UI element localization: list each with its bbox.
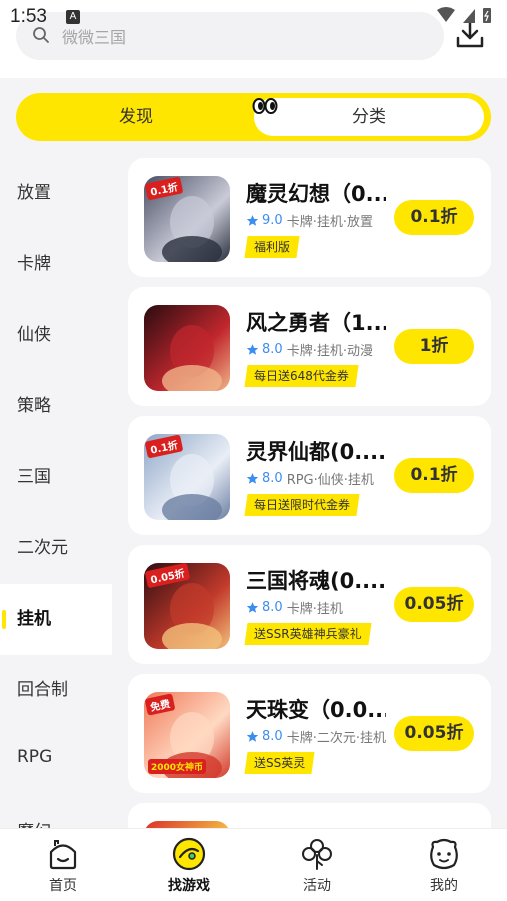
- game-thumbnail[interactable]: 0.1折: [144, 434, 230, 520]
- sidebar-item-three-kingdoms[interactable]: 三国: [0, 442, 112, 513]
- nav-find-games-label: 找游戏: [168, 878, 210, 894]
- discount-button[interactable]: 0.1折: [394, 200, 474, 235]
- category-sidebar: 放置 卡牌 仙侠 策略 三国 二次元 挂机 回合制 RPG 魔幻: [0, 158, 112, 828]
- system-status-icons: [437, 7, 491, 23]
- nav-mine[interactable]: 我的: [381, 829, 507, 901]
- game-card[interactable]: 免费 2000女神币 天珠变（0.0... 8.0 卡牌·二次元·挂机送SS英灵 0.05…: [128, 674, 491, 793]
- home-icon: [49, 840, 77, 870]
- star-icon: [246, 731, 259, 742]
- notification-a-icon: A: [66, 10, 80, 24]
- tab-category[interactable]: 分类: [254, 98, 484, 136]
- game-score: 8.0: [262, 600, 283, 615]
- nav-activities[interactable]: 活动: [254, 829, 380, 901]
- sidebar-item-idle[interactable]: 放置: [0, 158, 112, 229]
- status-time: 1:53: [10, 6, 47, 27]
- game-meta: 9.0 卡牌·挂机·放置: [246, 210, 386, 228]
- star-icon: [246, 344, 259, 355]
- nav-mine-label: 我的: [430, 878, 458, 894]
- sidebar-item-turn-based[interactable]: 回合制: [0, 655, 112, 726]
- sidebar-item-strategy[interactable]: 策略: [0, 371, 112, 442]
- game-card[interactable]: 0.05折 三国将魂(0.... 8.0 卡牌·挂机送SSR英雄神兵豪礼 0.05折: [128, 545, 491, 664]
- game-score: 8.0: [262, 342, 283, 357]
- game-name: 魔灵幻想（0...: [246, 182, 386, 206]
- game-thumbnail[interactable]: 0.1折: [144, 176, 230, 262]
- bottom-nav: 首页 找游戏 活动 我的: [0, 828, 507, 901]
- star-icon: [246, 473, 259, 484]
- game-promo-badge: 送SSR英雄神兵豪礼: [244, 623, 372, 645]
- game-card[interactable]: 风之勇者（1... 8.0 卡牌·挂机·动漫每日送648代金券 1折: [128, 287, 491, 406]
- star-icon: [246, 602, 259, 613]
- game-thumbnail[interactable]: 0.05折: [144, 563, 230, 649]
- game-tags: RPG·仙侠·挂机: [286, 473, 374, 486]
- sidebar-item-xianxia[interactable]: 仙侠: [0, 300, 112, 371]
- game-thumbnail[interactable]: [144, 305, 230, 391]
- game-card[interactable]: 0.1折 灵界仙都(0.... 8.0 RPG·仙侠·挂机每日送限时代金券 0.1折: [128, 416, 491, 535]
- status-bar: 1:53 A: [0, 0, 507, 34]
- game-name: 灵界仙都(0....: [246, 440, 386, 464]
- game-promo-badge: 每日送限时代金券: [244, 494, 360, 516]
- discount-button[interactable]: 0.1折: [394, 458, 474, 493]
- game-thumbnail[interactable]: 免费 2000女神币: [144, 692, 230, 778]
- sidebar-item-card[interactable]: 卡牌: [0, 229, 112, 300]
- game-meta: 8.0 卡牌·挂机: [246, 597, 386, 615]
- discount-button[interactable]: 0.05折: [394, 587, 474, 622]
- nav-home-label: 首页: [49, 878, 77, 894]
- clover-icon: [302, 839, 332, 870]
- game-thumbnail[interactable]: [144, 821, 230, 828]
- sidebar-item-afk[interactable]: 挂机: [0, 584, 112, 655]
- game-promo-badge: 福利版: [244, 236, 300, 258]
- bear-face-icon: [430, 838, 458, 870]
- game-meta: 8.0 卡牌·挂机·动漫: [246, 339, 386, 357]
- game-card[interactable]: 0.1折 魔灵幻想（0... 9.0 卡牌·挂机·放置福利版 0.1折: [128, 158, 491, 277]
- game-score: 8.0: [262, 729, 283, 744]
- sidebar-item-rpg[interactable]: RPG: [0, 726, 112, 788]
- sidebar-item-anime[interactable]: 二次元: [0, 513, 112, 584]
- game-tags: 卡牌·二次元·挂机: [286, 731, 386, 744]
- game-score: 8.0: [262, 471, 283, 486]
- game-controller-icon: [172, 837, 206, 871]
- eyes-decoration-icon: [252, 98, 278, 114]
- tab-discover[interactable]: 发现: [16, 93, 256, 141]
- game-promo-badge: 送SS英灵: [244, 752, 315, 774]
- game-tags: 卡牌·挂机·动漫: [286, 344, 373, 357]
- nav-activities-label: 活动: [303, 878, 331, 894]
- game-name: 风之勇者（1...: [246, 311, 386, 335]
- nav-find-games[interactable]: 找游戏: [126, 829, 252, 901]
- game-name: 天珠变（0.0...: [246, 698, 386, 722]
- game-list: 0.1折 魔灵幻想（0... 9.0 卡牌·挂机·放置 福利版 0.1折 风之勇者（1...…: [112, 158, 507, 828]
- sidebar-item-fantasy[interactable]: 魔幻: [0, 797, 112, 828]
- thumb-sub-text: 2000女神币: [148, 759, 207, 774]
- game-score: 9.0: [262, 213, 283, 228]
- game-name: 三国将魂(0....: [246, 569, 386, 593]
- game-promo-badge: 每日送648代金券: [244, 365, 359, 387]
- game-card[interactable]: [128, 803, 491, 828]
- game-tags: 卡牌·挂机: [286, 602, 343, 615]
- game-meta: 8.0 卡牌·二次元·挂机: [246, 726, 386, 744]
- discount-button[interactable]: 0.05折: [394, 716, 474, 751]
- game-tags: 卡牌·挂机·放置: [286, 215, 373, 228]
- star-icon: [246, 215, 259, 226]
- game-meta: 8.0 RPG·仙侠·挂机: [246, 468, 386, 486]
- discount-button[interactable]: 1折: [394, 329, 474, 364]
- nav-home[interactable]: 首页: [0, 829, 126, 901]
